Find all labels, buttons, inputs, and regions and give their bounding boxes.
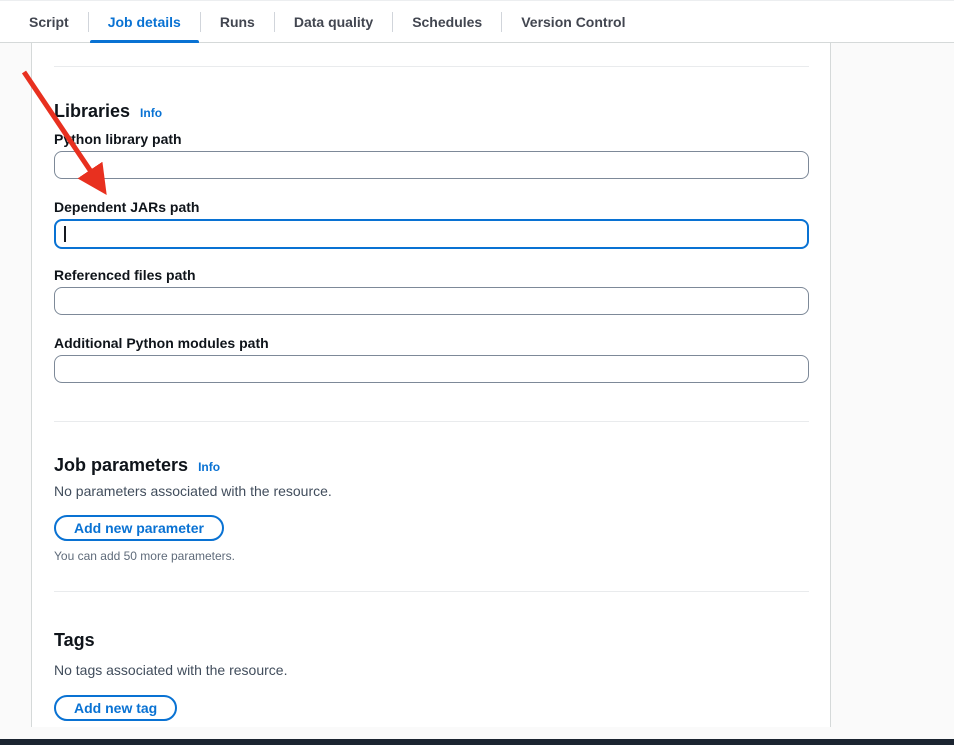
- job-parameters-heading-text: Job parameters: [54, 453, 188, 477]
- add-new-parameter-button[interactable]: Add new parameter: [54, 515, 224, 541]
- below-window-area: [0, 745, 954, 753]
- python-library-path-label: Python library path: [54, 129, 809, 149]
- job-parameters-heading: Job parameters Info: [54, 453, 809, 477]
- python-library-path-field-wrap: [54, 151, 809, 179]
- libraries-info-link[interactable]: Info: [140, 105, 162, 121]
- libraries-heading: Libraries Info: [54, 99, 809, 123]
- tags-heading: Tags: [54, 628, 809, 652]
- job-parameters-empty-text: No parameters associated with the resour…: [54, 481, 809, 501]
- job-parameters-helper-text: You can add 50 more parameters.: [54, 548, 809, 564]
- job-parameters-info-link[interactable]: Info: [198, 459, 220, 475]
- tab-schedules[interactable]: Schedules: [393, 1, 501, 43]
- add-new-tag-button[interactable]: Add new tag: [54, 695, 177, 721]
- libraries-heading-text: Libraries: [54, 99, 130, 123]
- tab-data-quality[interactable]: Data quality: [275, 1, 392, 43]
- additional-python-modules-path-label: Additional Python modules path: [54, 333, 809, 353]
- additional-python-modules-path-field-wrap: [54, 355, 809, 383]
- tags-empty-text: No tags associated with the resource.: [54, 660, 809, 680]
- referenced-files-path-field-wrap: [54, 287, 809, 315]
- text-cursor: [64, 226, 66, 242]
- tab-bar: Script Job details Runs Data quality Sch…: [0, 0, 954, 43]
- tags-heading-text: Tags: [54, 628, 95, 652]
- tab-script[interactable]: Script: [10, 1, 88, 43]
- tab-runs[interactable]: Runs: [201, 1, 274, 43]
- section-divider: [54, 591, 809, 592]
- section-divider: [54, 421, 809, 422]
- dependent-jars-path-field-wrap: [54, 219, 809, 249]
- section-divider: [54, 66, 809, 67]
- job-details-panel: Libraries Info Python library path Depen…: [31, 43, 831, 727]
- referenced-files-path-input[interactable]: [54, 287, 809, 315]
- tab-version-control[interactable]: Version Control: [502, 1, 644, 43]
- dependent-jars-path-label: Dependent JARs path: [54, 197, 809, 217]
- tab-job-details[interactable]: Job details: [89, 1, 200, 43]
- referenced-files-path-label: Referenced files path: [54, 265, 809, 285]
- additional-python-modules-path-input[interactable]: [54, 355, 809, 383]
- python-library-path-input[interactable]: [54, 151, 809, 179]
- dependent-jars-path-input[interactable]: [54, 219, 809, 249]
